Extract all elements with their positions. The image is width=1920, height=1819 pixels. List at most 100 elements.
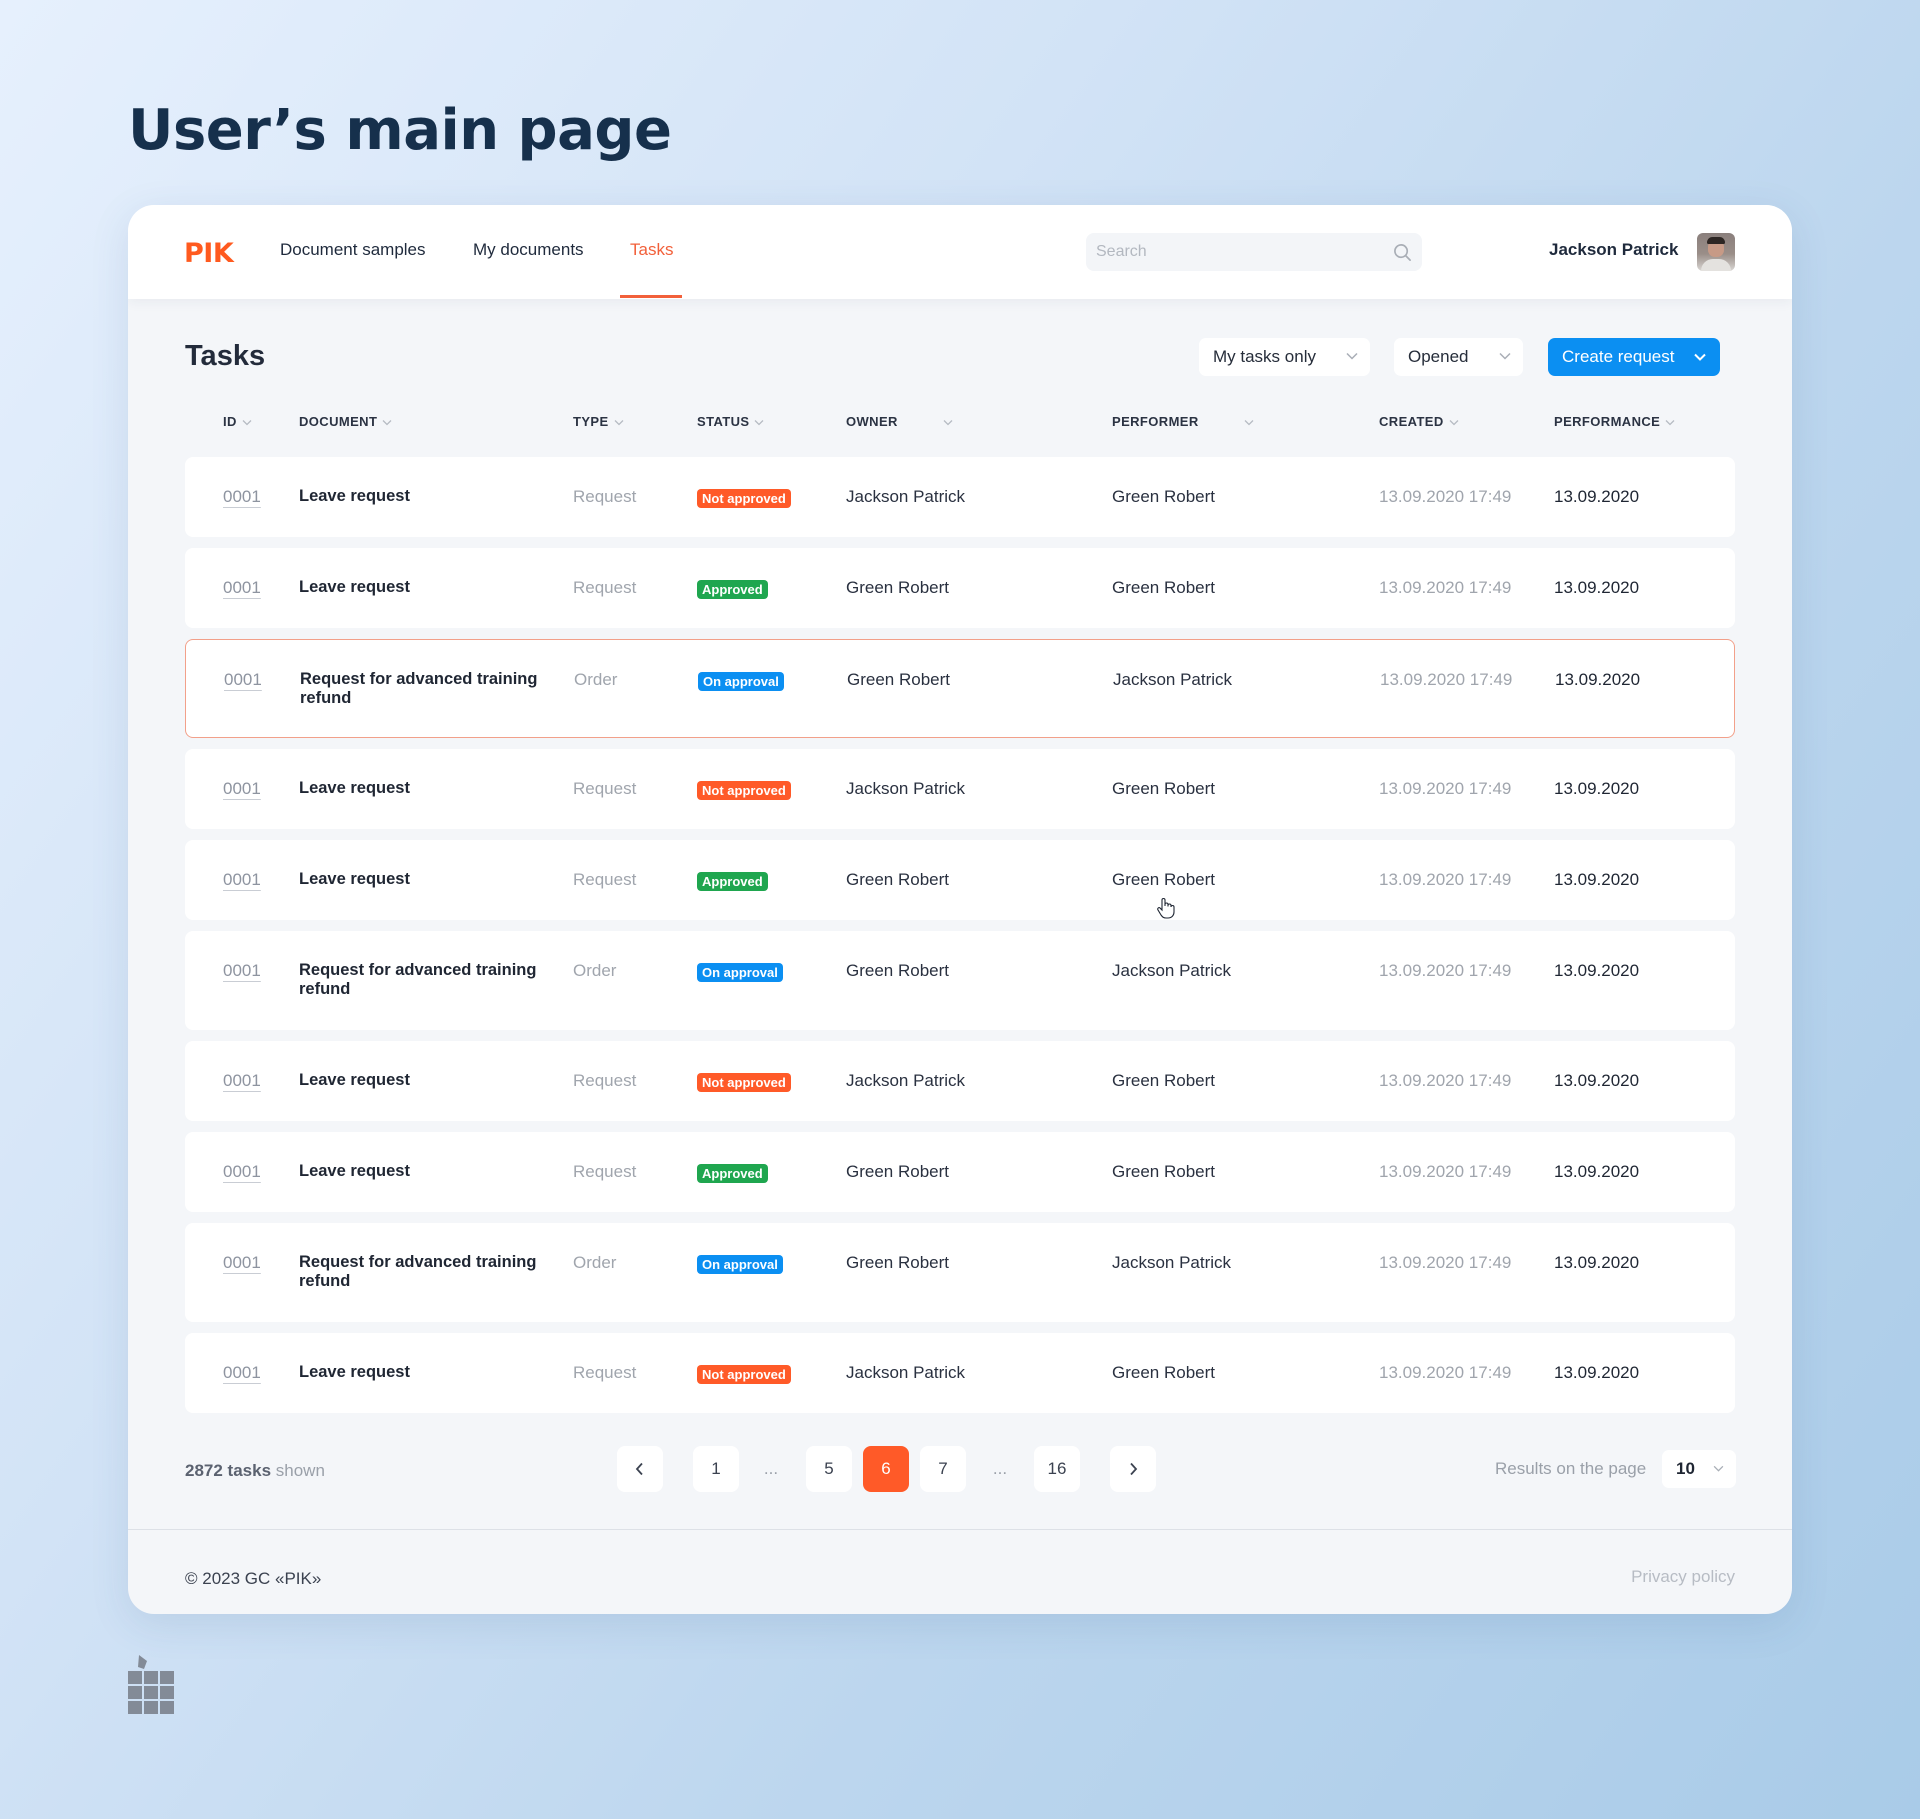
table-row[interactable]: 0001 Leave request Request Not approved Jack… (185, 1333, 1735, 1413)
search-input[interactable] (1086, 233, 1422, 271)
chevron-down-icon (1499, 352, 1511, 360)
next-page-button[interactable] (1110, 1446, 1156, 1492)
page-button-5[interactable]: 5 (806, 1446, 852, 1492)
nav-my-documents[interactable]: My documents (473, 240, 584, 260)
owner-name: Green Robert (846, 1162, 949, 1181)
table-row[interactable]: 0001 Leave request Request Not approved Jack… (185, 457, 1735, 537)
task-id-link[interactable]: 0001 (223, 1162, 261, 1182)
column-header-label: OWNER (846, 414, 898, 429)
owner-name: Green Robert (846, 1253, 949, 1272)
scope-filter-dropdown[interactable]: My tasks only (1199, 338, 1370, 376)
results-per-page-select[interactable]: 10 (1662, 1450, 1736, 1488)
performer-name: Green Robert (1112, 487, 1215, 506)
task-id-link[interactable]: 0001 (223, 1253, 261, 1273)
table-row[interactable]: 0001 Leave request Request Approved Green Ro… (185, 1132, 1735, 1212)
document-name: Leave request (299, 1363, 410, 1381)
document-name: Request for advanced training refund (299, 1253, 537, 1290)
task-id-link[interactable]: 0001 (224, 670, 262, 690)
page-button-1[interactable]: 1 (693, 1446, 739, 1492)
app-window: PIK Document samples My documents Tasks … (128, 205, 1792, 1614)
page-button-6[interactable]: 6 (863, 1446, 909, 1492)
nav-tasks[interactable]: Tasks (630, 240, 673, 260)
chevron-right-icon (1130, 1462, 1138, 1476)
sort-chevron-icon (614, 420, 624, 426)
create-request-button[interactable]: Create request (1548, 338, 1720, 376)
pagination-ellipsis: ... (992, 1459, 1008, 1478)
state-filter-dropdown[interactable]: Opened (1394, 338, 1523, 376)
created-datetime: 13.09.2020 17:49 (1379, 578, 1512, 597)
top-navigation-bar: PIK Document samples My documents Tasks … (128, 205, 1792, 299)
results-per-page-value: 10 (1676, 1459, 1695, 1478)
table-row[interactable]: 0001 Leave request Request Approved Green Ro… (185, 840, 1735, 920)
performance-date: 13.09.2020 (1554, 1363, 1640, 1382)
task-id-link[interactable]: 0001 (223, 870, 261, 890)
table-row[interactable]: 0001 Leave request Request Not approved Jack… (185, 749, 1735, 829)
table-row[interactable]: 0001 Request for advanced training refund… (185, 639, 1735, 738)
column-header-performance[interactable]: PERFORMANCE (1554, 414, 1675, 429)
owner-name: Jackson Patrick (846, 779, 966, 798)
task-id-link[interactable]: 0001 (223, 779, 261, 799)
task-id-link[interactable]: 0001 (223, 1071, 261, 1091)
status-badge: Approved (697, 872, 768, 891)
document-name: Leave request (299, 1162, 410, 1180)
status-badge: Approved (697, 1164, 768, 1183)
task-id-link[interactable]: 0001 (223, 1363, 261, 1383)
column-header-owner[interactable]: OWNER (846, 414, 953, 429)
column-header-status[interactable]: STATUS (697, 414, 764, 429)
search-icon[interactable] (1393, 243, 1412, 262)
sort-chevron-icon (1449, 420, 1459, 426)
document-name: Request for advanced training refund (299, 961, 537, 998)
created-datetime: 13.09.2020 17:49 (1380, 670, 1513, 689)
tasks-count: 2872 tasks shown (185, 1461, 325, 1481)
table-row[interactable]: 0001 Request for advanced training refund… (185, 1223, 1735, 1322)
document-type: Request (573, 1162, 637, 1181)
task-id-link[interactable]: 0001 (223, 961, 261, 981)
document-type: Order (574, 670, 618, 689)
page-button-7[interactable]: 7 (920, 1446, 966, 1492)
document-type: Request (573, 1363, 637, 1382)
owner-name: Jackson Patrick (846, 1363, 966, 1382)
column-header-type[interactable]: TYPE (573, 414, 624, 429)
performance-date: 13.09.2020 (1554, 870, 1640, 889)
created-datetime: 13.09.2020 17:49 (1379, 487, 1512, 506)
performance-date: 13.09.2020 (1554, 779, 1640, 798)
created-datetime: 13.09.2020 17:49 (1379, 961, 1512, 980)
column-header-id[interactable]: ID (223, 414, 252, 429)
column-header-document[interactable]: DOCUMENT (299, 414, 392, 429)
status-badge: Not approved (697, 1365, 791, 1384)
performance-date: 13.09.2020 (1555, 670, 1641, 689)
table-row[interactable]: 0001 Request for advanced training refund… (185, 931, 1735, 1030)
performer-name: Jackson Patrick (1112, 1253, 1232, 1272)
document-name: Leave request (299, 870, 410, 888)
user-name[interactable]: Jackson Patrick (1549, 240, 1678, 260)
table-row[interactable]: 0001 Leave request Request Approved Green Ro… (185, 548, 1735, 628)
pik-logo[interactable]: PIK (184, 238, 234, 269)
page-button-16[interactable]: 16 (1034, 1446, 1080, 1492)
document-name: Leave request (299, 1071, 410, 1089)
chevron-down-icon (1713, 1465, 1724, 1472)
scope-filter-value: My tasks only (1213, 347, 1316, 366)
task-id-link[interactable]: 0001 (223, 487, 261, 507)
performance-date: 13.09.2020 (1554, 578, 1640, 597)
document-name: Leave request (299, 487, 410, 505)
sort-chevron-icon (755, 420, 764, 426)
chevron-down-icon (1346, 352, 1358, 360)
privacy-policy-link[interactable]: Privacy policy (1631, 1567, 1735, 1587)
column-header-label: CREATED (1379, 414, 1444, 429)
chevron-left-icon (635, 1462, 643, 1476)
column-header-created[interactable]: CREATED (1379, 414, 1459, 429)
avatar[interactable] (1697, 233, 1735, 271)
table-row[interactable]: 0001 Leave request Request Not approved Jack… (185, 1041, 1735, 1121)
performer-name: Green Robert (1112, 1162, 1215, 1181)
status-badge: Not approved (697, 489, 791, 508)
prev-page-button[interactable] (617, 1446, 663, 1492)
column-header-performer[interactable]: PERFORMER (1112, 414, 1254, 429)
task-id-link[interactable]: 0001 (223, 578, 261, 598)
chevron-down-icon (1694, 353, 1706, 361)
performance-date: 13.09.2020 (1554, 961, 1640, 980)
status-badge: On approval (698, 672, 784, 691)
create-request-label: Create request (1562, 347, 1675, 366)
copyright-text: © 2023 GC «PIK» (185, 1569, 322, 1588)
sort-chevron-icon (1665, 420, 1675, 426)
nav-document-samples[interactable]: Document samples (280, 240, 426, 260)
